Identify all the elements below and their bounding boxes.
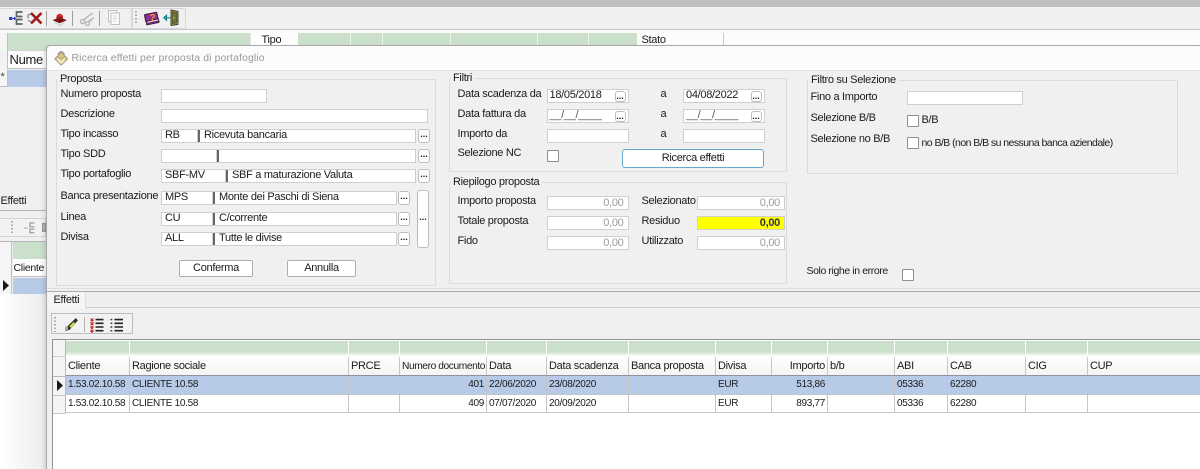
svg-text:?: ? [150, 12, 156, 23]
